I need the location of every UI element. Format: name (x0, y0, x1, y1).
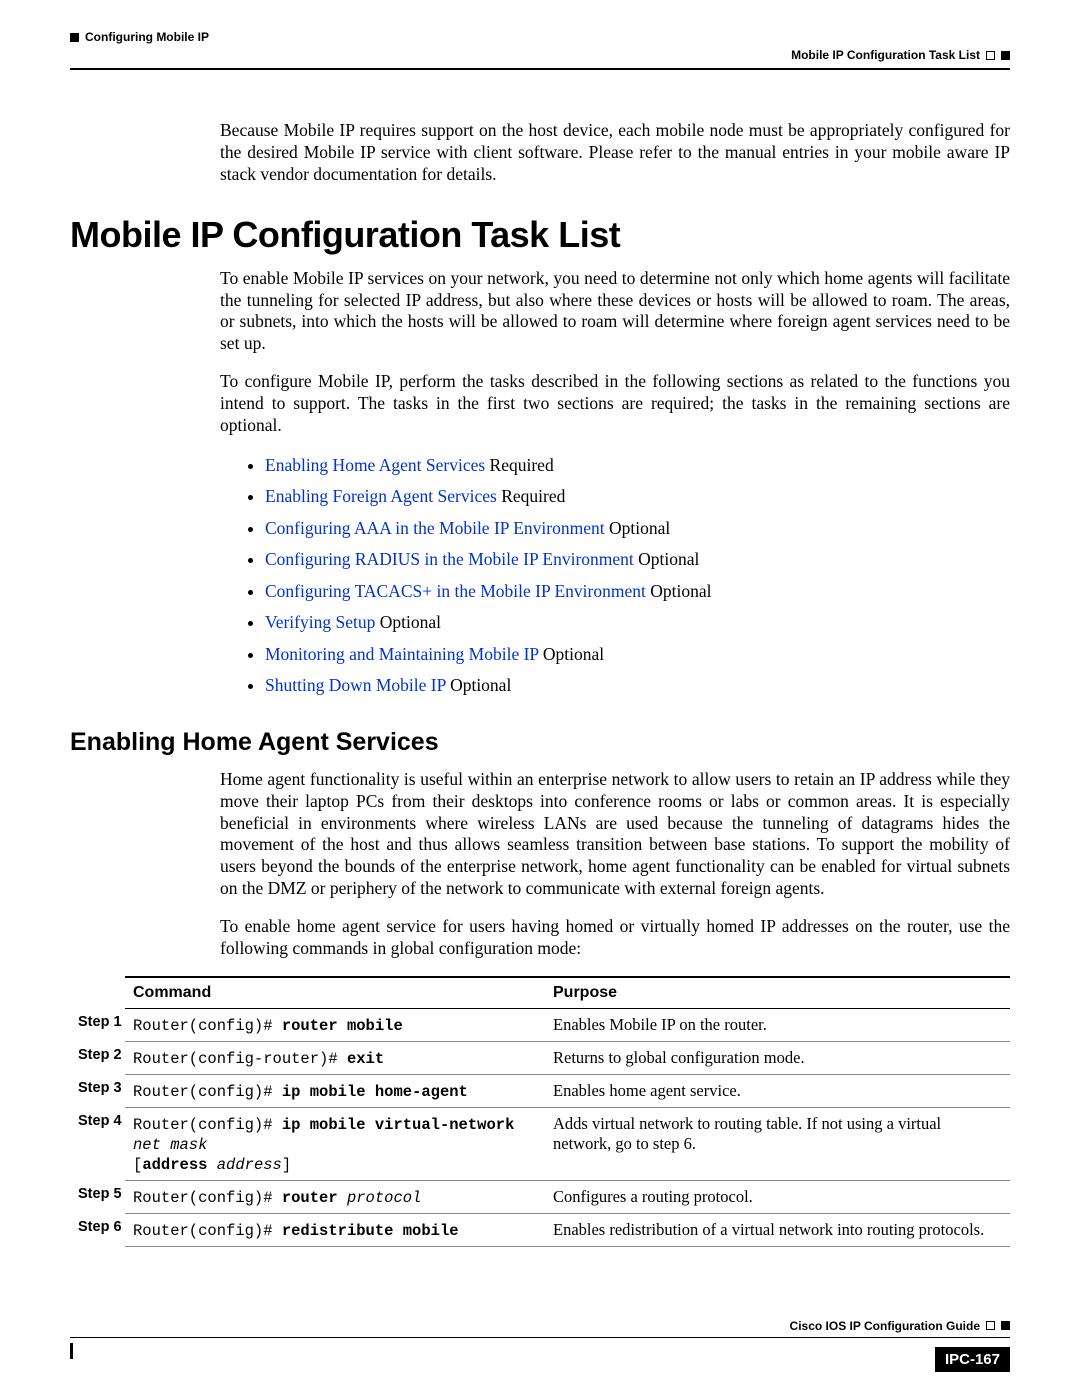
step-label: Step 6 (70, 1213, 125, 1246)
task-list-item: Monitoring and Maintaining Mobile IP Opt… (265, 642, 1010, 667)
purpose-cell: Enables redistribution of a virtual netw… (545, 1213, 1010, 1246)
command-cell: Router(config-router)# exit (125, 1041, 545, 1074)
para-2: To configure Mobile IP, perform the task… (220, 371, 1010, 437)
task-list-item: Enabling Home Agent Services Required (265, 453, 1010, 478)
table-row: Step 1Router(config)# router mobileEnabl… (70, 1008, 1010, 1041)
task-list-item: Configuring TACACS+ in the Mobile IP Env… (265, 579, 1010, 604)
th-purpose: Purpose (545, 977, 1010, 1009)
purpose-cell: Enables Mobile IP on the router. (545, 1008, 1010, 1041)
purpose-cell: Adds virtual network to routing table. I… (545, 1107, 1010, 1180)
header-marker-outline-icon (986, 51, 995, 60)
header-marker-icon (1001, 51, 1010, 60)
table-row: Step 3Router(config)# ip mobile home-age… (70, 1074, 1010, 1107)
footer-marker-icon (1001, 1321, 1010, 1330)
task-list: Enabling Home Agent Services RequiredEna… (70, 453, 1010, 698)
task-suffix: Required (497, 486, 566, 506)
footer-guide-text: Cisco IOS IP Configuration Guide (790, 1319, 980, 1333)
task-list-item: Configuring AAA in the Mobile IP Environ… (265, 516, 1010, 541)
header-section: Mobile IP Configuration Task List (791, 48, 1010, 62)
task-suffix: Optional (646, 581, 712, 601)
step-label: Step 1 (70, 1008, 125, 1041)
step-label: Step 4 (70, 1107, 125, 1180)
task-link[interactable]: Configuring TACACS+ in the Mobile IP Env… (265, 581, 646, 601)
task-link[interactable]: Enabling Home Agent Services (265, 455, 485, 475)
subsection-heading: Enabling Home Agent Services (70, 728, 1010, 757)
para-4: To enable home agent service for users h… (220, 916, 1010, 960)
task-suffix: Optional (539, 644, 605, 664)
task-suffix: Optional (375, 612, 441, 632)
section-heading: Mobile IP Configuration Task List (70, 214, 1010, 256)
table-row: Step 6Router(config)# redistribute mobil… (70, 1213, 1010, 1246)
task-link[interactable]: Configuring AAA in the Mobile IP Environ… (265, 518, 605, 538)
para-3: Home agent functionality is useful withi… (220, 769, 1010, 900)
th-command: Command (125, 977, 545, 1009)
table-row: Step 2Router(config-router)# exitReturns… (70, 1041, 1010, 1074)
purpose-cell: Configures a routing protocol. (545, 1180, 1010, 1213)
task-link[interactable]: Shutting Down Mobile IP (265, 675, 446, 695)
header-chapter: Configuring Mobile IP (70, 30, 209, 44)
task-link[interactable]: Configuring RADIUS in the Mobile IP Envi… (265, 549, 634, 569)
purpose-cell: Enables home agent service. (545, 1074, 1010, 1107)
header-section-text: Mobile IP Configuration Task List (791, 48, 980, 62)
task-link[interactable]: Monitoring and Maintaining Mobile IP (265, 644, 539, 664)
command-cell: Router(config)# router protocol (125, 1180, 545, 1213)
task-link[interactable]: Verifying Setup (265, 612, 375, 632)
footer-marker-outline-icon (986, 1321, 995, 1330)
intro-paragraph: Because Mobile IP requires support on th… (220, 120, 1010, 186)
step-label: Step 2 (70, 1041, 125, 1074)
command-cell: Router(config)# router mobile (125, 1008, 545, 1041)
task-suffix: Optional (605, 518, 671, 538)
page-number: IPC-167 (935, 1347, 1010, 1372)
step-label: Step 5 (70, 1180, 125, 1213)
task-list-item: Shutting Down Mobile IP Optional (265, 673, 1010, 698)
task-suffix: Optional (446, 675, 512, 695)
task-link[interactable]: Enabling Foreign Agent Services (265, 486, 497, 506)
command-cell: Router(config)# ip mobile virtual-networ… (125, 1107, 545, 1180)
task-list-item: Configuring RADIUS in the Mobile IP Envi… (265, 547, 1010, 572)
task-suffix: Optional (634, 549, 700, 569)
header-marker-icon (70, 33, 79, 42)
task-list-item: Verifying Setup Optional (265, 610, 1010, 635)
command-cell: Router(config)# redistribute mobile (125, 1213, 545, 1246)
para-1: To enable Mobile IP services on your net… (220, 268, 1010, 356)
header-chapter-text: Configuring Mobile IP (85, 30, 209, 44)
task-list-item: Enabling Foreign Agent Services Required (265, 484, 1010, 509)
purpose-cell: Returns to global configuration mode. (545, 1041, 1010, 1074)
step-label: Step 3 (70, 1074, 125, 1107)
table-row: Step 5Router(config)# router protocolCon… (70, 1180, 1010, 1213)
task-suffix: Required (485, 455, 554, 475)
table-row: Step 4Router(config)# ip mobile virtual-… (70, 1107, 1010, 1180)
command-table: Command Purpose Step 1Router(config)# ro… (70, 976, 1010, 1247)
command-cell: Router(config)# ip mobile home-agent (125, 1074, 545, 1107)
page-footer: Cisco IOS IP Configuration Guide IPC-167 (70, 1337, 1010, 1338)
